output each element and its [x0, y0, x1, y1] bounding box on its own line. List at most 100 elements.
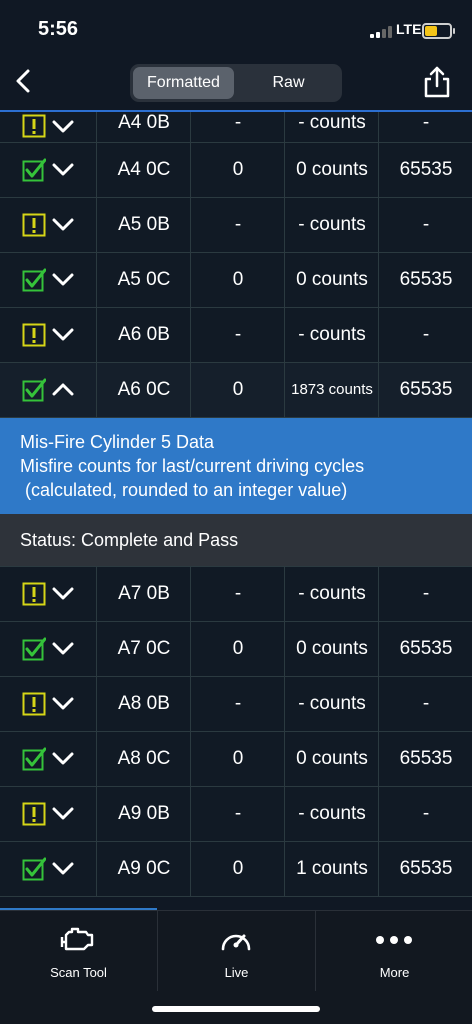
counts-cell: 0 counts — [284, 732, 379, 786]
value-cell: 0 — [190, 253, 285, 307]
value-cell: - — [190, 677, 285, 731]
chevron-up-icon[interactable] — [52, 381, 74, 397]
engine-icon — [60, 927, 94, 951]
table-row[interactable]: A9 0C 0 1 counts 65535 — [0, 842, 472, 897]
table-row[interactable]: A8 0C 0 0 counts 65535 — [0, 732, 472, 787]
nav-bar: Formatted Raw — [0, 56, 472, 112]
expanded-detail-panel: Mis-Fire Cylinder 5 Data Misfire counts … — [0, 418, 472, 514]
pass-check-icon — [22, 378, 46, 402]
table-row[interactable]: A4 0B - - counts - — [0, 112, 472, 143]
value-cell: - — [190, 567, 285, 621]
chevron-down-icon[interactable] — [52, 216, 74, 232]
table-row[interactable]: A9 0B - - counts - — [0, 787, 472, 842]
value-cell: - — [190, 112, 285, 142]
max-cell: 65535 — [378, 143, 472, 197]
max-cell: - — [378, 308, 472, 362]
counts-cell: - counts — [284, 567, 379, 621]
tab-live[interactable]: Live — [157, 911, 315, 991]
max-cell: 65535 — [378, 363, 472, 417]
row-icons — [0, 622, 96, 676]
row-icons — [0, 567, 96, 621]
back-chevron-icon[interactable] — [10, 66, 40, 96]
tab-more[interactable]: More — [315, 911, 472, 991]
chevron-down-icon[interactable] — [52, 860, 74, 876]
view-mode-segmented-control: Formatted Raw — [130, 64, 342, 102]
row-icons — [0, 198, 96, 252]
counts-cell: - counts — [284, 787, 379, 841]
row-icons — [0, 308, 96, 362]
detail-title: Mis-Fire Cylinder 5 Data — [20, 432, 215, 452]
chevron-down-icon[interactable] — [52, 118, 74, 134]
test-id-cell: A9 0B — [96, 787, 191, 841]
network-type: LTE — [396, 21, 422, 37]
counts-cell: 0 counts — [284, 253, 379, 307]
screen: 5:56 LTE Formatted Raw A4 0B - - counts - A4… — [0, 0, 472, 1024]
chevron-down-icon[interactable] — [52, 640, 74, 656]
max-cell: 65535 — [378, 732, 472, 786]
row-icons — [0, 143, 96, 197]
table-row[interactable]: A8 0B - - counts - — [0, 677, 472, 732]
home-indicator — [152, 1006, 320, 1012]
test-id-cell: A5 0C — [96, 253, 191, 307]
counts-cell: - counts — [284, 112, 379, 142]
detail-status: Status: Complete and Pass — [0, 514, 472, 567]
row-icons — [0, 842, 96, 896]
status-bar: 5:56 LTE — [0, 0, 472, 56]
chevron-down-icon[interactable] — [52, 326, 74, 342]
more-dots-icon — [376, 936, 412, 944]
segment-raw[interactable]: Raw — [238, 67, 339, 99]
tab-live-label: Live — [224, 965, 249, 980]
test-id-cell: A4 0C — [96, 143, 191, 197]
chevron-down-icon[interactable] — [52, 585, 74, 601]
segment-formatted[interactable]: Formatted — [133, 67, 234, 99]
counts-cell: - counts — [284, 677, 379, 731]
chevron-down-icon[interactable] — [52, 271, 74, 287]
chevron-down-icon[interactable] — [52, 750, 74, 766]
counts-cell: 1 counts — [284, 842, 379, 896]
max-cell: - — [378, 198, 472, 252]
pass-check-icon — [22, 158, 46, 182]
warning-exclamation-icon — [22, 114, 46, 138]
value-cell: - — [190, 198, 285, 252]
counts-cell: - counts — [284, 198, 379, 252]
chevron-down-icon[interactable] — [52, 805, 74, 821]
row-icons — [0, 363, 96, 417]
test-id-cell: A7 0C — [96, 622, 191, 676]
value-cell: - — [190, 787, 285, 841]
row-icons — [0, 732, 96, 786]
value-cell: 0 — [190, 622, 285, 676]
counts-cell: 1873 counts — [284, 363, 379, 417]
value-cell: - — [190, 308, 285, 362]
table-row[interactable]: A7 0B - - counts - — [0, 567, 472, 622]
table-row[interactable]: A6 0B - - counts - — [0, 308, 472, 363]
max-cell: - — [378, 787, 472, 841]
table-row[interactable]: A7 0C 0 0 counts 65535 — [0, 622, 472, 677]
chevron-down-icon[interactable] — [52, 695, 74, 711]
warning-exclamation-icon — [22, 213, 46, 237]
row-icons — [0, 677, 96, 731]
test-id-cell: A5 0B — [96, 198, 191, 252]
chevron-down-icon[interactable] — [52, 161, 74, 177]
tab-scan-tool[interactable]: Scan Tool — [0, 911, 157, 991]
max-cell: 65535 — [378, 842, 472, 896]
row-icons — [0, 787, 96, 841]
detail-description-line1: Misfire counts for last/current driving … — [20, 456, 365, 476]
table-row[interactable]: A6 0C 0 1873 counts 65535 — [0, 363, 472, 418]
value-cell: 0 — [190, 363, 285, 417]
table-row[interactable]: A4 0C 0 0 counts 65535 — [0, 143, 472, 198]
share-icon[interactable] — [420, 64, 454, 100]
test-id-cell: A9 0C — [96, 842, 191, 896]
table-row[interactable]: A5 0C 0 0 counts 65535 — [0, 253, 472, 308]
warning-exclamation-icon — [22, 692, 46, 716]
value-cell: 0 — [190, 732, 285, 786]
monitor-results-table: A4 0B - - counts - A4 0C 0 0 counts 65535 A5 0B -… — [0, 112, 472, 897]
value-cell: 0 — [190, 143, 285, 197]
value-cell: 0 — [190, 842, 285, 896]
detail-description-line2: (calculated, rounded to an integer value… — [20, 480, 348, 500]
table-row[interactable]: A5 0B - - counts - — [0, 198, 472, 253]
rows-top-group: A4 0B - - counts - A4 0C 0 0 counts 65535 A5 0B -… — [0, 112, 472, 418]
battery-icon — [422, 23, 455, 39]
pass-check-icon — [22, 857, 46, 881]
max-cell: - — [378, 112, 472, 142]
status-time: 5:56 — [38, 18, 79, 40]
